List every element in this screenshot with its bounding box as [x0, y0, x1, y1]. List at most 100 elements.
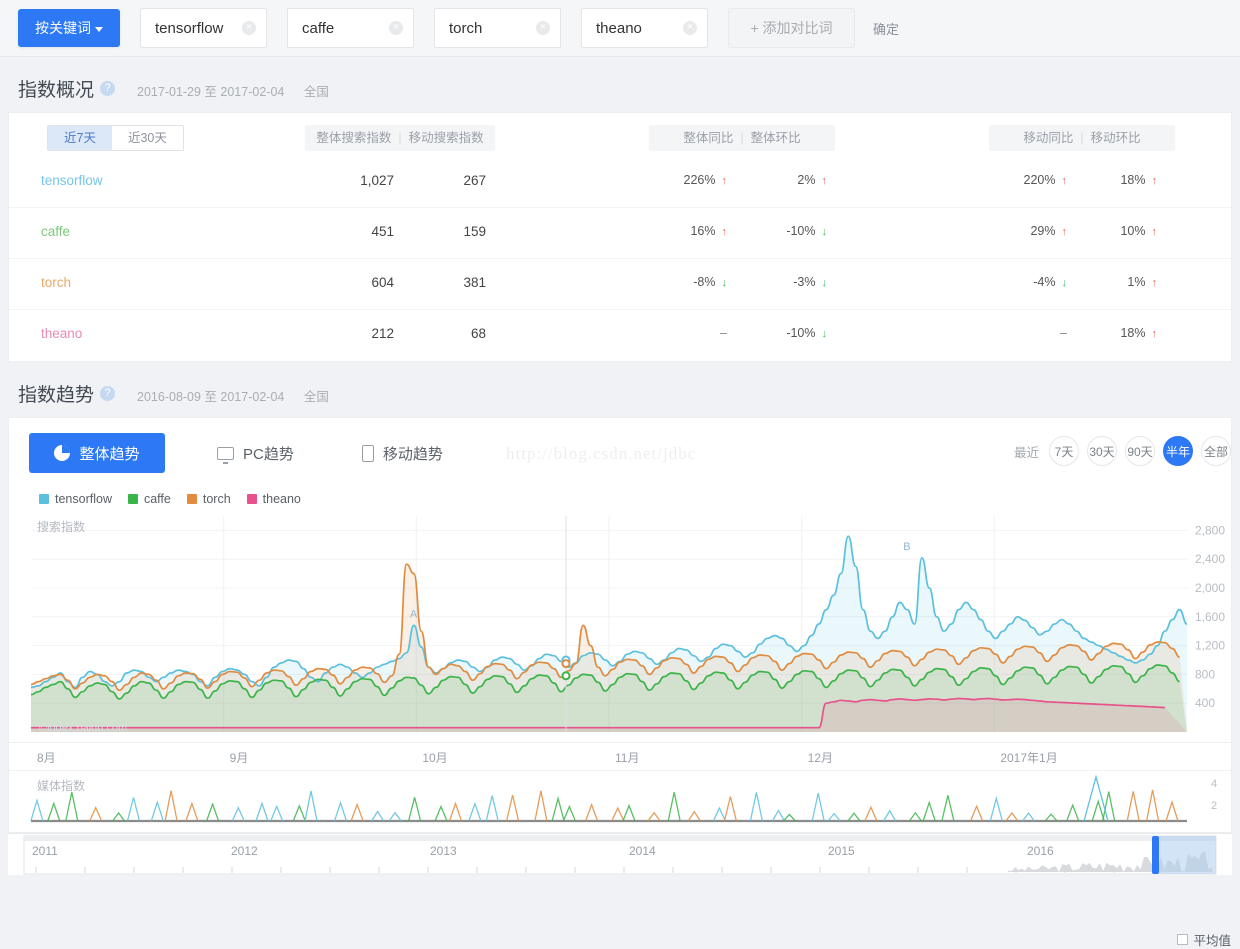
- cell-mobile-search: 68: [470, 326, 486, 341]
- column-header-search-index: 整体搜索指数 | 移动搜索指数: [305, 125, 495, 151]
- trend-chart-svg[interactable]: 4008001,2001,6002,0002,4002,800ABC: [9, 510, 1240, 742]
- chart-legend: tensorflow caffe torch theano: [9, 482, 1231, 510]
- trend-arrow-icon: ↓: [821, 226, 828, 238]
- media-index-label: 媒体指数: [37, 779, 86, 793]
- col-separator: |: [740, 131, 744, 145]
- row-keyword-link[interactable]: torch: [41, 275, 71, 290]
- keyword-label-0: tensorflow: [155, 19, 224, 37]
- keyword-input-3[interactable]: theano ×: [581, 8, 708, 48]
- col-overall-yoy: 整体同比: [683, 131, 734, 145]
- cell-overall-search: 604: [371, 275, 394, 290]
- svg-text:2: 2: [1211, 800, 1217, 812]
- svg-text:4: 4: [1211, 778, 1217, 790]
- legend-label: theano: [262, 492, 301, 506]
- checkbox-icon[interactable]: [1177, 934, 1189, 945]
- trend-chart[interactable]: 搜索指数 ©index.baidu.com 400 800 1,200 1,600 2,…: [9, 510, 1231, 742]
- cell-percent: -10% ↓: [786, 224, 828, 238]
- confirm-button[interactable]: 确定: [873, 19, 899, 38]
- table-row: theano 212 68 – -10% ↓ – 18% ↑: [9, 310, 1231, 361]
- legend-item-caffe[interactable]: caffe: [127, 492, 171, 506]
- x-axis-tick: 11月: [615, 751, 640, 765]
- chart-x-axis: 8月 9月 10月 11月 12月 2017年1月: [9, 742, 1231, 770]
- range-button-all[interactable]: 全部: [1201, 436, 1231, 466]
- trend-arrow-icon: ↑: [1151, 328, 1158, 340]
- timeline-range-slider[interactable]: 2011 2012 2013 2014 2015 2016: [8, 833, 1232, 875]
- row-keyword-link[interactable]: tensorflow: [41, 173, 103, 188]
- col-mobile-search: 移动搜索指数: [408, 131, 484, 145]
- trend-arrow-icon: ↓: [821, 277, 828, 289]
- remove-keyword-icon[interactable]: ×: [389, 21, 403, 35]
- pie-chart-icon: [54, 445, 71, 461]
- tab-mobile-trend[interactable]: 移动趋势: [346, 433, 459, 473]
- x-axis-tick: 2017年1月: [1000, 751, 1058, 765]
- table-row: torch 604 381 -8% ↓ -3% ↓ -4% ↓ 1% ↑: [9, 259, 1231, 310]
- remove-keyword-icon[interactable]: ×: [536, 21, 550, 35]
- range-button-30d[interactable]: 30天: [1087, 436, 1117, 466]
- keyword-type-button[interactable]: 按关键词: [18, 9, 120, 47]
- cell-mobile-search: 159: [463, 224, 486, 239]
- svg-text:400: 400: [1195, 696, 1215, 710]
- tab-last-7-days[interactable]: 近7天: [48, 126, 112, 150]
- help-icon[interactable]: ?: [100, 386, 116, 401]
- trend-arrow-icon: ↑: [821, 175, 828, 187]
- trend-arrow-icon: ↓: [821, 328, 828, 340]
- cell-percent: 18% ↑: [1120, 326, 1158, 340]
- range-label: 最近: [1013, 445, 1039, 460]
- trend-card: 整体趋势 PC趋势 移动趋势 最近 7天 30天 90天 半年 全部 tenso…: [8, 417, 1232, 948]
- column-header-mobile-compare: 移动同比 | 移动环比: [989, 125, 1175, 151]
- help-icon[interactable]: ?: [100, 81, 116, 96]
- timeline-tick: 2015: [828, 844, 855, 858]
- col-mobile-mom: 移动环比: [1090, 131, 1141, 145]
- cell-mobile-search: 267: [463, 173, 486, 188]
- tab-pc-trend[interactable]: PC趋势: [201, 433, 310, 473]
- range-button-90d[interactable]: 90天: [1125, 436, 1155, 466]
- add-comparison-keyword-button[interactable]: + 添加对比词: [728, 8, 855, 48]
- trend-arrow-icon: ↑: [1151, 226, 1158, 238]
- tab-overall-trend[interactable]: 整体趋势: [29, 433, 165, 473]
- keyword-input-0[interactable]: tensorflow ×: [140, 8, 267, 48]
- tab-overall-trend-label: 整体趋势: [79, 445, 140, 463]
- legend-item-theano[interactable]: theano: [246, 492, 301, 506]
- keyword-label-2: torch: [449, 19, 483, 37]
- keyword-input-2[interactable]: torch ×: [434, 8, 561, 48]
- legend-swatch-icon: [127, 494, 138, 504]
- cell-percent: 10% ↑: [1120, 224, 1158, 238]
- keyword-input-1[interactable]: caffe ×: [287, 8, 414, 48]
- media-index-chart[interactable]: 媒体指数 42: [9, 770, 1231, 832]
- legend-swatch-icon: [246, 494, 257, 504]
- trend-meta: 2016-08-09 至 2017-02-04 全国: [137, 386, 345, 405]
- trend-tab-bar: 整体趋势 PC趋势 移动趋势 最近 7天 30天 90天 半年 全部: [9, 418, 1231, 482]
- range-button-7d[interactable]: 7天: [1049, 436, 1079, 466]
- row-keyword-link[interactable]: theano: [41, 326, 82, 341]
- row-keyword-link[interactable]: caffe: [41, 224, 70, 239]
- overview-card: 近7天 近30天 整体搜索指数 | 移动搜索指数 整体同比 | 整体环比 移动同比 | 移动…: [8, 112, 1232, 362]
- cell-overall-search: 451: [371, 224, 394, 239]
- column-header-overall-compare: 整体同比 | 整体环比: [649, 125, 835, 151]
- overview-region: 全国: [303, 85, 329, 99]
- keyword-label-1: caffe: [302, 19, 335, 37]
- cell-percent: 1% ↑: [1127, 275, 1157, 289]
- remove-keyword-icon[interactable]: ×: [242, 21, 256, 35]
- average-checkbox[interactable]: 平均值: [1177, 930, 1231, 949]
- trend-title: 指数趋势: [18, 385, 95, 406]
- cell-overall-search: 1,027: [360, 173, 394, 188]
- legend-item-tensorflow[interactable]: tensorflow: [39, 492, 112, 506]
- media-index-svg: 42: [30, 774, 1217, 823]
- overview-table-body: tensorflow 1,027 267 226% ↑ 2% ↑ 220% ↑ 18%…: [9, 157, 1231, 361]
- cell-mobile-search: 381: [463, 275, 486, 290]
- trend-section-header: 指数趋势 ? 2016-08-09 至 2017-02-04 全国: [0, 362, 1240, 417]
- col-separator: |: [398, 131, 402, 145]
- remove-keyword-icon[interactable]: ×: [683, 21, 697, 35]
- cell-percent: 2% ↑: [797, 173, 828, 187]
- tab-last-30-days[interactable]: 近30天: [111, 126, 183, 150]
- overview-period-tabs: 近7天 近30天: [47, 125, 184, 151]
- svg-text:1,600: 1,600: [1195, 610, 1225, 624]
- svg-text:2,000: 2,000: [1195, 581, 1225, 595]
- range-button-half-year[interactable]: 半年: [1163, 436, 1193, 466]
- tab-pc-trend-label: PC趋势: [243, 445, 294, 463]
- keyword-toolbar: 按关键词 tensorflow × caffe × torch × theano…: [0, 0, 1240, 57]
- legend-item-torch[interactable]: torch: [186, 492, 231, 506]
- average-checkbox-label: 平均值: [1193, 934, 1231, 948]
- cell-percent: -10% ↓: [786, 326, 828, 340]
- svg-text:A: A: [410, 608, 418, 620]
